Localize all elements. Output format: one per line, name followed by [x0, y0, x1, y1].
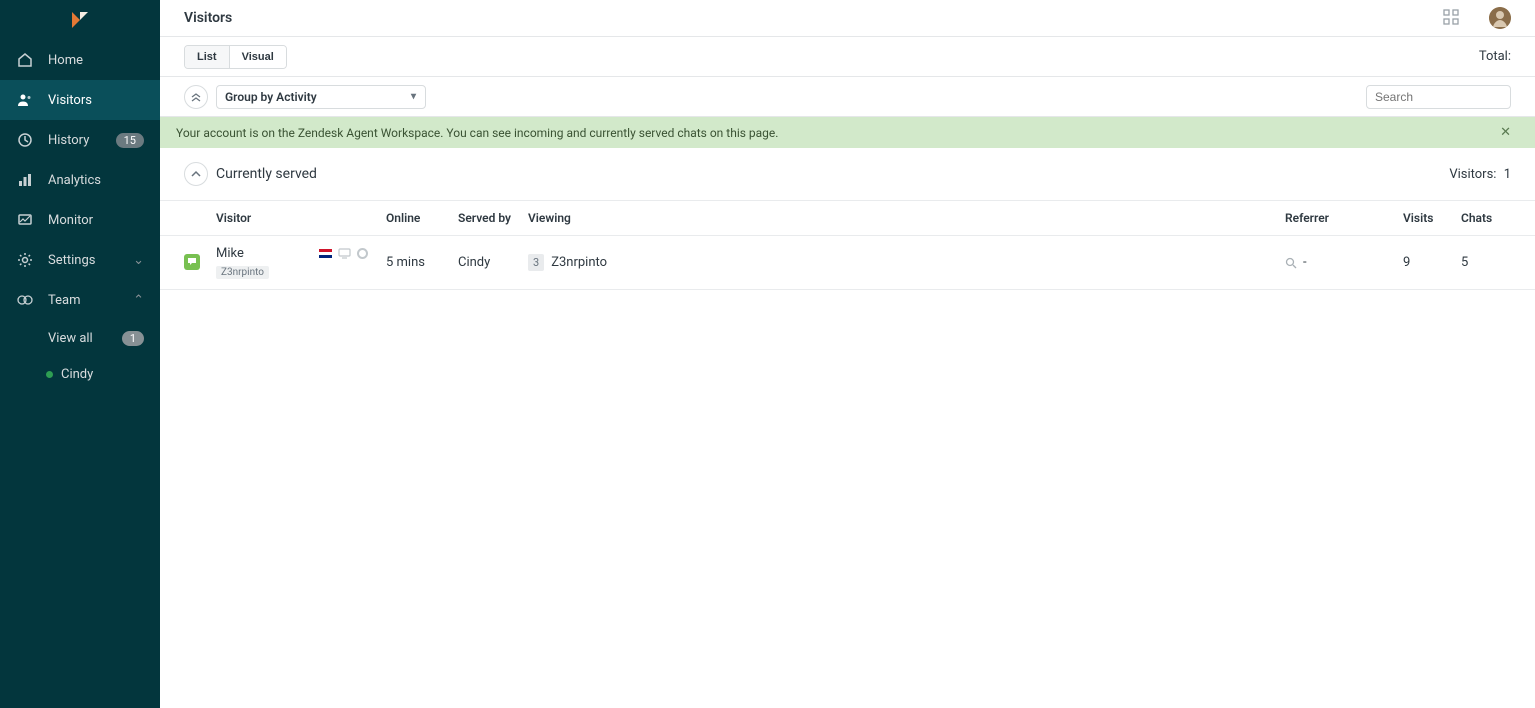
section-title: Currently served: [216, 166, 317, 182]
group-by-label: Group by Activity: [225, 90, 317, 104]
team-view-all[interactable]: View all 1: [0, 320, 160, 356]
monitor-icon: [16, 211, 34, 229]
referrer-value: -: [1303, 255, 1307, 270]
col-visits: Visits: [1403, 211, 1461, 225]
section-collapse-button[interactable]: [184, 162, 208, 186]
search-container: [1366, 85, 1511, 109]
nav-visitors[interactable]: Visitors: [0, 80, 160, 120]
info-banner: Your account is on the Zendesk Agent Wor…: [160, 117, 1535, 148]
online-duration: 5 mins: [386, 255, 458, 270]
nav-label: Team: [48, 293, 133, 308]
agent-name: Cindy: [61, 367, 144, 382]
topbar: Visitors: [160, 0, 1535, 37]
status-online-icon: [46, 371, 53, 378]
apps-grid-icon[interactable]: [1443, 9, 1461, 27]
table-header: Visitor Online Served by Viewing Referre…: [160, 200, 1535, 236]
col-online: Online: [386, 211, 458, 225]
section-stats: Visitors: 1: [1449, 167, 1511, 182]
browser-icon: [357, 248, 368, 259]
col-visitor: Visitor: [216, 211, 386, 225]
team-icon: [16, 291, 34, 309]
nav-label: View all: [48, 331, 122, 346]
stat-label: Visitors:: [1449, 167, 1496, 182]
visitors-table: Visitor Online Served by Viewing Referre…: [160, 200, 1535, 290]
analytics-icon: [16, 171, 34, 189]
team-agent-item[interactable]: Cindy: [0, 356, 160, 392]
stat-count: 1: [1504, 167, 1511, 182]
page-count-badge: 3: [528, 254, 544, 271]
chats-count: 5: [1461, 255, 1511, 270]
visitor-name: Mike: [216, 246, 319, 261]
total-label: Total:: [1479, 49, 1511, 64]
controls-bar: Group by Activity: [160, 77, 1535, 117]
tab-visual[interactable]: Visual: [230, 46, 286, 68]
toolbar: List Visual Total:: [160, 37, 1535, 77]
search-input[interactable]: [1366, 85, 1511, 109]
visitors-icon: [16, 91, 34, 109]
served-by-agent: Cindy: [458, 255, 528, 270]
history-icon: [16, 131, 34, 149]
col-referrer: Referrer: [1285, 211, 1403, 225]
nav-analytics[interactable]: Analytics: [0, 160, 160, 200]
nav-label: Analytics: [48, 173, 144, 188]
gear-icon: [16, 251, 34, 269]
collapse-all-button[interactable]: [184, 85, 208, 109]
nav-label: Home: [48, 53, 144, 68]
sidebar: Home Visitors History 15 Analytics Monit…: [0, 0, 160, 708]
country-flag-icon: [319, 249, 332, 258]
chevron-down-icon: ⌄: [133, 253, 144, 268]
group-by-select[interactable]: Group by Activity: [216, 85, 426, 109]
desktop-icon: [338, 248, 351, 259]
app-logo[interactable]: [0, 0, 160, 40]
nav-monitor[interactable]: Monitor: [0, 200, 160, 240]
nav-home[interactable]: Home: [0, 40, 160, 80]
nav-history[interactable]: History 15: [0, 120, 160, 160]
col-served-by: Served by: [458, 211, 528, 225]
chevron-up-icon: ⌃: [133, 293, 144, 308]
nav-label: Settings: [48, 253, 133, 268]
tab-list[interactable]: List: [185, 46, 230, 68]
nav-team[interactable]: Team ⌃: [0, 280, 160, 320]
chat-active-icon: [184, 254, 200, 270]
nav-label: Monitor: [48, 213, 144, 228]
search-icon: [1285, 257, 1297, 269]
double-chevron-up-icon: [191, 92, 201, 102]
col-viewing: Viewing: [528, 211, 1285, 225]
visits-count: 9: [1403, 255, 1461, 270]
team-subnav: View all 1 Cindy: [0, 320, 160, 392]
main-content: Visitors List Visual Total: Group by Act…: [160, 0, 1535, 708]
chevron-up-icon: [191, 169, 201, 179]
nav-label: Visitors: [48, 93, 144, 108]
viewing-page: Z3nrpinto: [551, 255, 607, 270]
nav-label: History: [48, 133, 116, 148]
zendesk-chat-logo-icon: [69, 9, 91, 31]
col-chats: Chats: [1461, 211, 1511, 225]
visitor-id-tag: Z3nrpinto: [216, 266, 269, 279]
page-title: Visitors: [184, 10, 232, 26]
banner-message: Your account is on the Zendesk Agent Wor…: [176, 126, 778, 140]
section-header: Currently served Visitors: 1: [160, 148, 1535, 200]
nav-settings[interactable]: Settings ⌄: [0, 240, 160, 280]
nav-badge: 1: [122, 331, 144, 346]
table-row[interactable]: Mike Z3nrpinto 5 mins Cindy 3 Z3nrpinto: [160, 236, 1535, 290]
home-icon: [16, 51, 34, 69]
nav-badge: 15: [116, 133, 144, 148]
view-toggle: List Visual: [184, 45, 287, 69]
banner-close-button[interactable]: ✕: [1500, 125, 1511, 140]
user-avatar[interactable]: [1489, 7, 1511, 29]
